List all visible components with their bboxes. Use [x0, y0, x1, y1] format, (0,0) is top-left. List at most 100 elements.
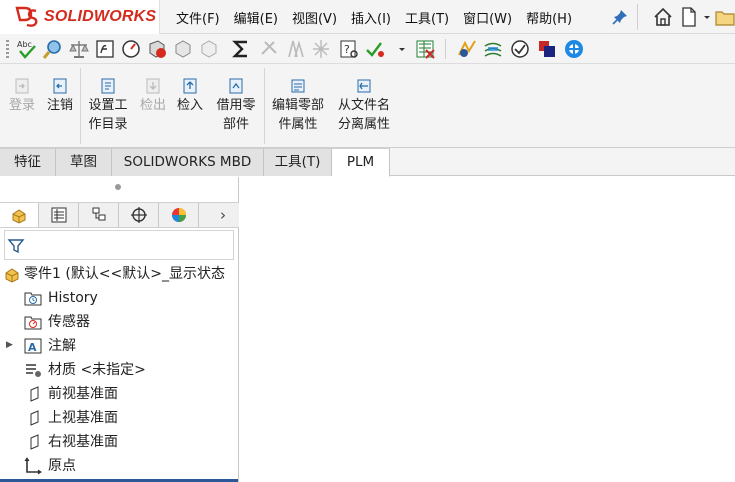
tree-item-top-plane[interactable]: 上视基准面: [0, 406, 239, 430]
plane-icon: [30, 386, 39, 402]
set-working-dir-button[interactable]: 设置工 作目录: [84, 78, 132, 134]
borrow-part-button[interactable]: 借用零 部件: [212, 78, 260, 134]
tab-dimxpert-manager[interactable]: [120, 203, 159, 227]
quick-access-separator: [637, 4, 638, 30]
equations-icon[interactable]: [94, 38, 116, 60]
pin-icon[interactable]: [612, 9, 628, 25]
dimxpert-icon: [131, 207, 147, 223]
add-in-icon[interactable]: [563, 38, 585, 60]
logout-button[interactable]: 注销: [44, 78, 76, 115]
tab-configuration-manager[interactable]: [80, 203, 119, 227]
menu-window[interactable]: 窗口(W): [463, 8, 512, 27]
panel-splitter[interactable]: [115, 184, 121, 190]
tree-item-origin[interactable]: 原点: [0, 454, 239, 478]
compare-icon[interactable]: [198, 38, 220, 60]
performance-icon[interactable]: [120, 38, 142, 60]
toolbar-separator: [445, 39, 446, 59]
open-document-icon[interactable]: [714, 6, 735, 28]
ribbon-separator: [264, 68, 265, 144]
tab-plm[interactable]: PLM: [332, 148, 390, 177]
split-properties-icon: [357, 79, 371, 93]
feature-tree-filter[interactable]: [4, 230, 234, 260]
edit-part-properties-line1: 编辑零部: [271, 98, 324, 113]
logo-text: SOLIDWORKS: [44, 8, 157, 25]
tree-item-label: 上视基准面: [48, 410, 118, 426]
filter-icon: [7, 239, 25, 254]
chevron-right-icon[interactable]: ›: [220, 206, 226, 224]
plane-icon: [30, 410, 39, 426]
design-checker-icon[interactable]: [364, 38, 386, 60]
tree-item-history[interactable]: History: [0, 286, 239, 310]
chevron-down-icon[interactable]: [396, 38, 408, 60]
home-icon[interactable]: [652, 6, 674, 28]
plane-icon: [30, 434, 39, 450]
command-toolbar: Abc ?: [0, 34, 735, 64]
checkin-label: 检入: [176, 98, 203, 113]
checkout-icon: [146, 78, 160, 94]
logout-icon: [53, 78, 67, 94]
toolbar-grip[interactable]: [6, 40, 9, 58]
sum-icon[interactable]: [230, 38, 252, 60]
mass-properties-icon[interactable]: [68, 38, 90, 60]
tab-tools[interactable]: 工具(T): [264, 148, 332, 176]
excel-export-icon[interactable]: [414, 38, 436, 60]
menu-file[interactable]: 文件(F): [176, 8, 220, 27]
import-diagnostics-icon[interactable]: [172, 38, 194, 60]
tree-item-sensors[interactable]: 传感器: [0, 310, 239, 334]
tree-item-label: 材质 <未指定>: [48, 362, 146, 378]
part-icon: [5, 268, 19, 283]
menu-view[interactable]: 视图(V): [292, 8, 337, 27]
tab-solidworks-mbd[interactable]: SOLIDWORKS MBD: [112, 148, 264, 176]
tab-feature-manager[interactable]: [0, 203, 39, 227]
menu-help[interactable]: 帮助(H): [526, 8, 572, 27]
tree-item-label: 右视基准面: [48, 434, 118, 450]
tree-item-label: 原点: [48, 458, 76, 474]
tree-item-label: 传感器: [48, 314, 90, 330]
measure-icon[interactable]: [42, 38, 64, 60]
split-properties-button[interactable]: 从文件名 分离属性: [334, 78, 394, 134]
menu-edit[interactable]: 编辑(E): [234, 8, 278, 27]
tree-item-front-plane[interactable]: 前视基准面: [0, 382, 239, 406]
checkout-label: 检出: [139, 98, 166, 113]
chevron-down-icon[interactable]: [702, 6, 712, 28]
menu-insert[interactable]: 插入(I): [351, 8, 391, 27]
tree-root-part[interactable]: 零件1 (默认<<默认>_显示状态: [0, 262, 239, 286]
check-geometry-icon[interactable]: [146, 38, 168, 60]
tree-item-annotations[interactable]: ▶ A 注解: [0, 334, 239, 358]
undercut-icon[interactable]: [284, 38, 306, 60]
checkin-button[interactable]: 检入: [174, 78, 206, 115]
tree-item-right-plane[interactable]: 右视基准面: [0, 430, 239, 454]
spelling-check-icon[interactable]: Abc: [16, 38, 38, 60]
feature-manager-tabs: ›: [0, 202, 239, 228]
login-icon: [15, 78, 29, 94]
tree-item-label: 注解: [48, 338, 76, 354]
flow-simulation-icon[interactable]: [482, 38, 504, 60]
tab-features[interactable]: 特征: [0, 148, 56, 176]
check-circle-icon[interactable]: [509, 38, 531, 60]
simulation-icon[interactable]: [456, 38, 478, 60]
new-document-icon[interactable]: [680, 6, 698, 28]
tab-property-manager[interactable]: [40, 203, 79, 227]
expand-arrow-icon[interactable]: ▶: [6, 340, 13, 350]
graphics-area[interactable]: [240, 177, 735, 482]
tab-sketch[interactable]: 草图: [56, 148, 112, 176]
app-logo[interactable]: SOLIDWORKS: [0, 0, 160, 34]
tree-item-label: 前视基准面: [48, 386, 118, 402]
edit-part-properties-button[interactable]: 编辑零部 件属性: [268, 78, 328, 134]
tree-item-material[interactable]: 材质 <未指定>: [0, 358, 239, 382]
borrow-part-line1: 借用零: [216, 98, 256, 113]
svg-text:A: A: [28, 341, 37, 354]
login-button[interactable]: 登录: [6, 78, 38, 115]
checkout-button[interactable]: 检出: [137, 78, 169, 115]
tab-display-manager[interactable]: [160, 203, 199, 227]
display-manager-icon: [172, 208, 186, 222]
property-manager-icon: [51, 207, 67, 223]
sustainability-icon[interactable]: [536, 38, 558, 60]
feature-manager-icon: [12, 209, 26, 224]
symmetry-check-icon[interactable]: [310, 38, 332, 60]
annotation-icon: A: [24, 338, 42, 354]
help-search-icon[interactable]: ?: [338, 38, 360, 60]
draft-analysis-icon[interactable]: [258, 38, 280, 60]
menu-tools[interactable]: 工具(T): [405, 8, 449, 27]
login-label: 登录: [8, 98, 35, 113]
